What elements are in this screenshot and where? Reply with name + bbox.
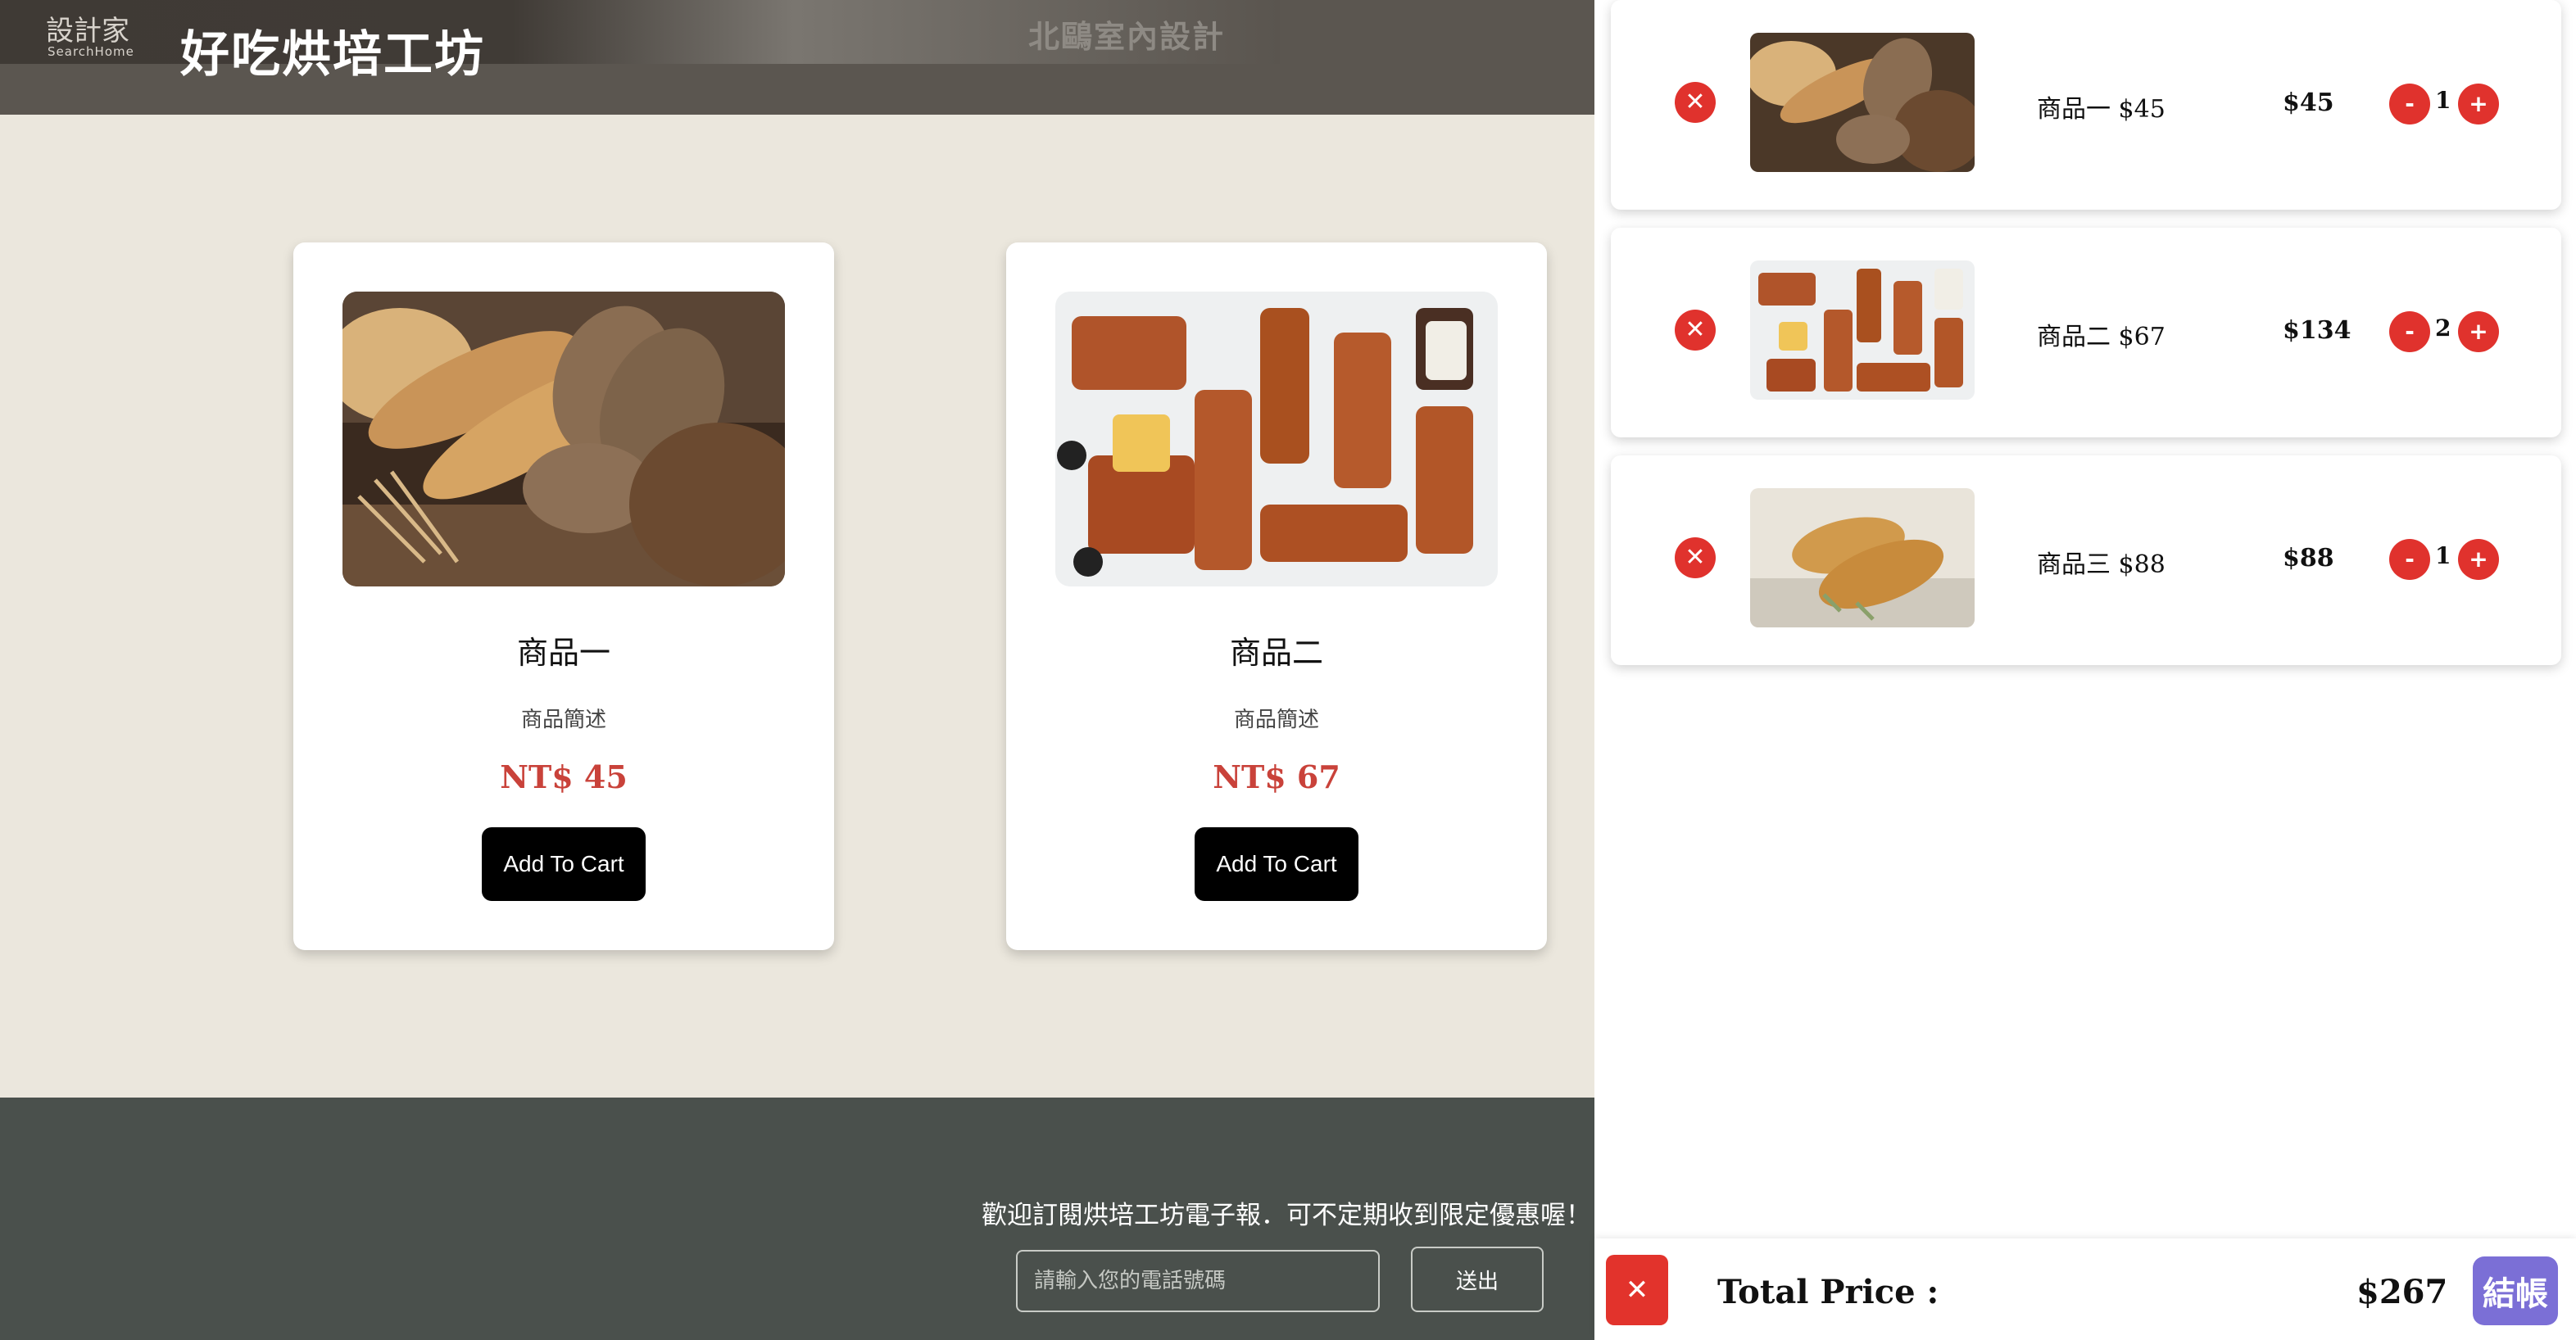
cart-item-qty: 1 [2435,542,2451,569]
cart-item-subtotal: $134 [2283,316,2352,345]
add-to-cart-button[interactable]: Add To Cart [1195,827,1358,901]
site-header: 設計家 SearchHome 北鷗室內設計 好吃烘培工坊 [0,0,1594,115]
site-title[interactable]: 好吃烘培工坊 [180,15,485,86]
pastry-rolls-thumbnail [1750,260,1975,400]
cart-item: ✕ 商品三 $88 $88 - 1 + [1611,455,2561,665]
send-button[interactable]: 送出 [1411,1247,1544,1312]
cart-item-label: 商品三 $88 [2037,550,2166,579]
croissant-thumbnail [1750,488,1975,627]
decrease-qty-button[interactable]: - [2389,539,2430,580]
banner-logo-text: 設計家 [46,15,129,48]
product-name: 商品一 [516,635,610,671]
remove-item-icon[interactable]: ✕ [1675,82,1716,123]
pastry-rolls-photo [1055,292,1498,586]
cart-item-subtotal: $45 [2283,88,2334,117]
cart-item-label: 商品二 $67 [2037,323,2166,351]
cart-item-qty: 2 [2435,315,2451,342]
add-to-cart-button[interactable]: Add To Cart [482,827,646,901]
increase-qty-button[interactable]: + [2458,311,2499,352]
bread-loaves-thumbnail [1750,33,1975,172]
banner-logo-subtext: SearchHome [48,44,134,59]
cart-item: ✕ 商品二 $67 $134 - 2 + [1611,228,2561,437]
cart-item-qty: 1 [2435,87,2451,114]
newsletter-footer: 歡迎訂閱烘培工坊電子報．可不定期收到限定優惠喔！ 送出 [0,1098,1594,1340]
product-description: 商品簡述 [1233,708,1319,732]
phone-input[interactable] [1016,1250,1380,1312]
product-price: NT$ 45 [500,758,628,795]
cart-drawer: ✕ 商品一 $45 $45 - 1 + ✕ 商品二 $67 $134 - 2 +… [1594,0,2576,1340]
cart-item-subtotal: $88 [2283,544,2334,573]
checkout-button[interactable]: 結帳 [2473,1256,2558,1325]
cart-summary: ✕ Total Price : $267 結帳 [1594,1238,2576,1340]
remove-item-icon[interactable]: ✕ [1675,310,1716,351]
product-name: 商品二 [1229,635,1323,671]
product-price: NT$ 67 [1213,758,1340,795]
product-description: 商品簡述 [520,708,606,732]
product-card: 商品二 商品簡述 NT$ 67 Add To Cart [1006,242,1547,950]
bread-loaves-photo [342,292,785,586]
decrease-qty-button[interactable]: - [2389,311,2430,352]
increase-qty-button[interactable]: + [2458,84,2499,124]
increase-qty-button[interactable]: + [2458,539,2499,580]
banner-logo: 設計家 SearchHome [46,8,147,59]
close-cart-icon[interactable]: ✕ [1606,1255,1668,1325]
total-price-label: Total Price : [1717,1273,1939,1311]
remove-item-icon[interactable]: ✕ [1675,537,1716,578]
total-price-value: $267 [2356,1273,2448,1311]
newsletter-message-text: 歡迎訂閱烘培工坊電子報．可不定期收到限定優惠喔！ [982,1201,1591,1230]
decrease-qty-button[interactable]: - [2389,84,2430,124]
banner-sponsor-text: 北鷗室內設計 [1028,19,1226,55]
cart-item-label: 商品一 $45 [2037,95,2166,124]
cart-item: ✕ 商品一 $45 $45 - 1 + [1611,0,2561,210]
newsletter-message: 歡迎訂閱烘培工坊電子報．可不定期收到限定優惠喔！ [0,1194,1594,1231]
product-card: 商品一 商品簡述 NT$ 45 Add To Cart [293,242,834,950]
